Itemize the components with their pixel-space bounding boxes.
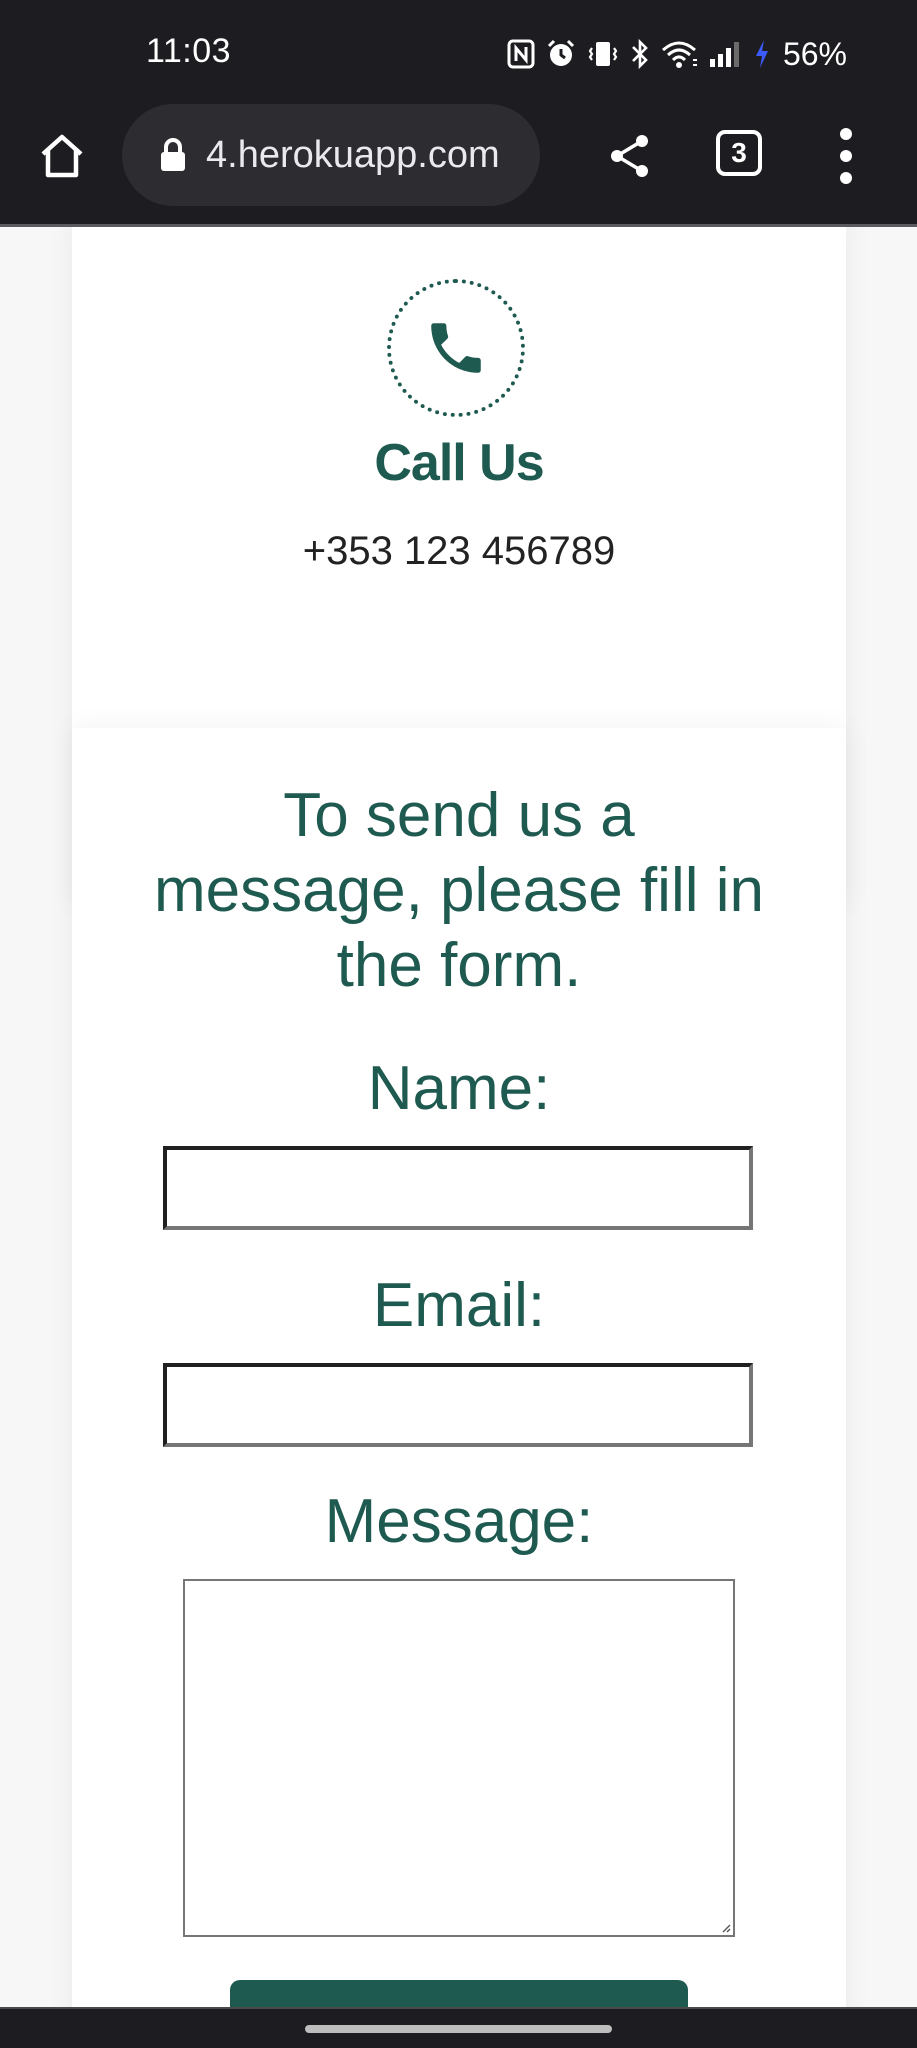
email-input[interactable]	[163, 1363, 753, 1447]
share-button[interactable]	[602, 128, 658, 184]
name-input[interactable]	[163, 1146, 753, 1230]
vibrate-icon	[587, 38, 619, 70]
message-textarea[interactable]	[183, 1579, 735, 1937]
form-heading: To send us a message, please fill in the…	[154, 781, 764, 1000]
name-label: Name:	[367, 1054, 551, 1123]
address-bar[interactable]: 4.herokuapp.com	[122, 104, 540, 206]
submit-button[interactable]	[230, 1980, 688, 2007]
status-icons: 56%	[507, 32, 847, 76]
contact-form-card: To send us a message, please fill in the…	[72, 728, 846, 2007]
menu-dot	[840, 172, 852, 184]
phone-number[interactable]: +353 123 456789	[72, 529, 846, 574]
url-text: 4.herokuapp.com	[206, 133, 500, 176]
home-gesture-handle[interactable]	[305, 2025, 612, 2033]
resize-grip-icon[interactable]	[719, 1921, 731, 1933]
navigation-bar	[0, 2007, 917, 2048]
menu-dot	[840, 128, 852, 140]
status-time: 11:03	[146, 32, 232, 70]
phone-icon	[431, 323, 481, 373]
home-button[interactable]	[34, 128, 90, 184]
nfc-icon	[507, 39, 535, 69]
wifi-icon	[661, 38, 699, 70]
share-icon	[611, 135, 648, 177]
bluetooth-icon	[629, 38, 651, 70]
charging-icon	[753, 38, 771, 70]
email-label: Email:	[372, 1271, 546, 1340]
message-label: Message:	[324, 1487, 594, 1556]
lock-icon	[158, 135, 188, 175]
alarm-icon	[545, 38, 577, 70]
tab-switcher-button[interactable]: 3	[716, 130, 762, 176]
browser-toolbar: 4.herokuapp.com 3	[0, 104, 917, 224]
phone-icon-circle	[387, 279, 525, 417]
page-content: Call Us +353 123 456789 To send us a mes…	[0, 227, 917, 2007]
more-vert-icon[interactable]	[826, 128, 866, 184]
battery-percentage: 56%	[782, 35, 847, 72]
menu-dot	[840, 150, 852, 162]
call-us-title: Call Us	[374, 434, 544, 492]
home-icon	[41, 134, 83, 178]
status-bar: 11:03 56%	[0, 0, 917, 104]
signal-icon	[709, 39, 743, 69]
